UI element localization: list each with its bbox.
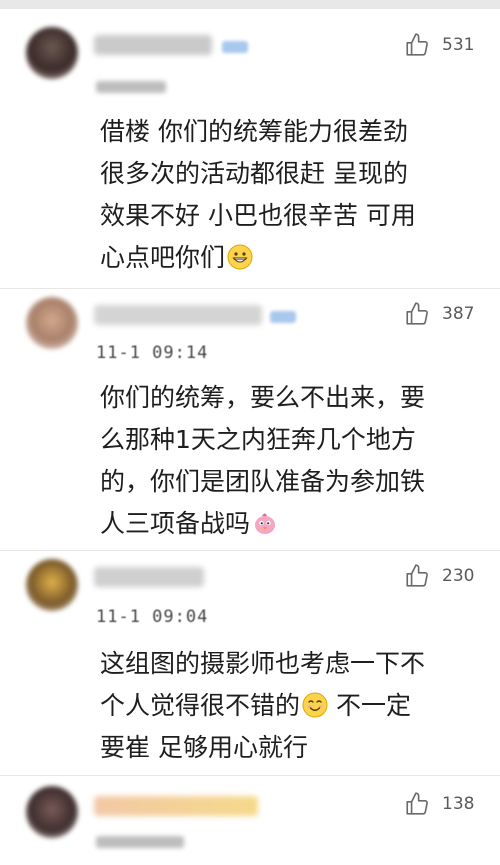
- like-button[interactable]: 531: [404, 30, 474, 60]
- comment-line-text: 人三项备战吗: [100, 509, 251, 538]
- username[interactable]: [94, 35, 212, 55]
- vip-badge: [222, 41, 248, 53]
- comment-line: 的，你们是团队准备为参加铁: [100, 467, 426, 496]
- avatar[interactable]: [26, 559, 78, 611]
- comment-text: 你们的统筹，要么不出来，要 么那种1天之内狂奔几个地方 的，你们是团队准备为参加…: [100, 377, 472, 545]
- pink-bird-emoji: [255, 513, 276, 534]
- comment-timestamp: [96, 81, 166, 93]
- username[interactable]: [94, 796, 258, 816]
- comment-line: 借楼 你们的统筹能力很差劲: [100, 117, 408, 146]
- thumbs-up-icon: [406, 33, 428, 56]
- like-count: 387: [442, 304, 475, 324]
- comment-timestamp: 11-1 09:14: [96, 343, 209, 363]
- like-button[interactable]: 230: [404, 561, 474, 591]
- thumbs-up-icon: [406, 302, 428, 325]
- like-count: 230: [442, 566, 475, 586]
- comment-text: 借楼 你们的统筹能力很差劲 很多次的活动都很赶 呈现的 效果不好 小巴也很辛苦 …: [100, 111, 472, 279]
- comment-line: 效果不好 小巴也很辛苦 可用: [100, 201, 416, 230]
- vip-badge: [270, 311, 296, 323]
- comment-item: 11-1 09:14 387 你们的统筹，要么不出来，要 么那种1天之内狂奔几个…: [0, 288, 500, 550]
- comment-text: 这组图的摄影师也考虑一下不 个人觉得很不错的 不一定 要崔 足够用心就行: [100, 643, 472, 769]
- comment-line-text: 不一定: [328, 691, 411, 720]
- comment-timestamp: 11-1 09:04: [96, 607, 209, 627]
- comment-line-text: 心点吧你们: [100, 243, 226, 272]
- comment-item: 531 借楼 你们的统筹能力很差劲 很多次的活动都很赶 呈现的 效果不好 小巴也…: [0, 8, 500, 288]
- grinning-face-emoji: [227, 244, 253, 270]
- comment-line: 人三项备战吗: [100, 503, 472, 545]
- comment-line: 你们的统筹，要么不出来，要: [100, 383, 426, 412]
- smiling-face-emoji: [302, 692, 328, 718]
- avatar[interactable]: [26, 297, 78, 349]
- top-divider: [0, 0, 500, 8]
- like-count: 138: [442, 794, 475, 814]
- thumbs-up-icon: [406, 792, 428, 815]
- comment-item: 138: [0, 775, 500, 865]
- comment-line: 要崔 足够用心就行: [100, 733, 308, 762]
- avatar[interactable]: [26, 27, 78, 79]
- comment-line: 这组图的摄影师也考虑一下不: [100, 649, 426, 678]
- comment-item: 11-1 09:04 230 这组图的摄影师也考虑一下不 个人觉得很不错的 不一…: [0, 550, 500, 775]
- avatar[interactable]: [26, 786, 78, 838]
- comment-line: 个人觉得很不错的 不一定: [100, 685, 472, 727]
- comment-line: 很多次的活动都很赶 呈现的: [100, 159, 408, 188]
- like-count: 531: [442, 35, 475, 55]
- thumbs-up-icon: [406, 564, 428, 587]
- comment-line: 么那种1天之内狂奔几个地方: [100, 425, 416, 454]
- like-button[interactable]: 138: [404, 789, 474, 819]
- like-button[interactable]: 387: [404, 299, 474, 329]
- username[interactable]: [94, 305, 262, 325]
- username[interactable]: [94, 567, 204, 587]
- comment-timestamp: [96, 836, 184, 848]
- comment-line-text: 个人觉得很不错的: [100, 691, 301, 720]
- comment-line: 心点吧你们: [100, 237, 472, 279]
